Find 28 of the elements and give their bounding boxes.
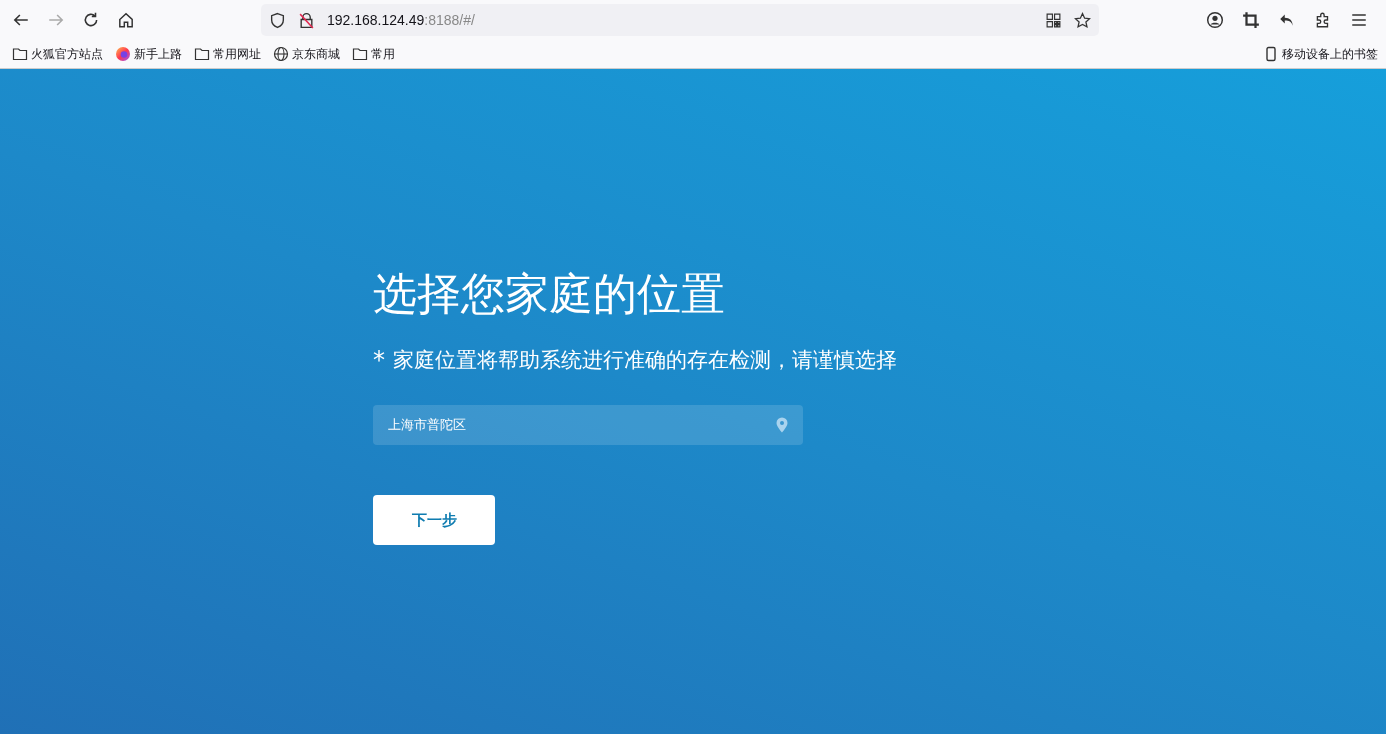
shield-icon[interactable] [269,11,286,29]
folder-icon [352,46,368,62]
phone-icon [1263,46,1279,62]
asterisk: * [373,345,385,375]
bookmark-item[interactable]: 京东商城 [273,45,340,63]
globe-icon [273,46,289,62]
mobile-bookmarks-link[interactable]: 移动设备上的书签 [1263,45,1378,63]
insecure-lock-icon[interactable] [298,11,315,29]
folder-icon [194,46,210,62]
url-host: 192.168.124.49 [327,12,425,28]
bookmark-item[interactable]: 常用网址 [194,45,261,63]
crop-icon[interactable] [1242,11,1260,29]
reload-icon[interactable] [82,11,100,29]
bookmark-item[interactable]: 火狐官方站点 [12,45,103,63]
home-icon[interactable] [117,11,135,29]
page-title: 选择您家庭的位置 [373,267,725,321]
qr-code-icon[interactable] [1045,11,1062,29]
next-step-button[interactable]: 下一步 [373,495,495,545]
note-text: 家庭位置将帮助系统进行准确的存在检测，请谨慎选择 [393,347,897,374]
star-icon[interactable] [1074,11,1091,29]
folder-icon [12,46,28,62]
browser-logo-icon [115,46,131,62]
bookmark-item[interactable]: 新手上路 [115,45,182,63]
bookmark-item[interactable]: 常用 [352,45,395,63]
menu-icon[interactable] [1350,11,1368,29]
url-path: :8188/#/ [424,12,475,28]
address-bar[interactable]: 192.168.124.49:8188/#/ [261,4,1099,36]
account-icon[interactable] [1206,11,1224,29]
